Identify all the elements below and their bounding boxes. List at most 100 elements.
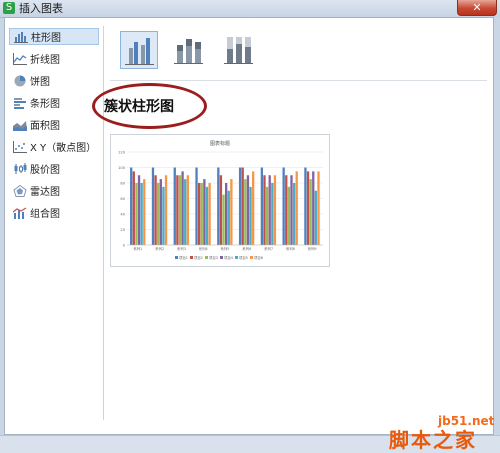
sidebar-item-pie[interactable]: 饼图 bbox=[9, 72, 99, 89]
preview-bar bbox=[252, 171, 255, 245]
preview-bar bbox=[205, 186, 209, 245]
preview-bar bbox=[241, 167, 244, 245]
preview-bar bbox=[244, 179, 247, 245]
chart-preview[interactable]: 图表标题 120 100 80 60 40 20 0 系列1 系列2 系列3 系列4 系列5 系列6 系列7… bbox=[110, 134, 330, 267]
preview-bar bbox=[173, 167, 176, 245]
subtype-percent-stacked-column[interactable] bbox=[220, 31, 258, 69]
preview-legend-label: 项目1 bbox=[179, 256, 188, 260]
preview-legend-swatch bbox=[175, 256, 178, 259]
preview-x-tick-label: 系列6 bbox=[242, 246, 251, 251]
window-title: 插入图表 bbox=[19, 2, 63, 15]
preview-y-tick-label: 100 bbox=[118, 166, 126, 170]
preview-bar bbox=[130, 167, 133, 245]
preview-y-tick-label: 20 bbox=[120, 228, 125, 232]
preview-bar bbox=[137, 175, 141, 245]
preview-bar bbox=[285, 175, 288, 245]
chart-subtype-heading: 簇状柱形图 bbox=[104, 99, 174, 115]
sidebar-item-label: 股价图 bbox=[30, 165, 60, 176]
stacked-column-icon bbox=[174, 39, 203, 64]
combo-chart-icon bbox=[12, 206, 27, 219]
preview-chart-svg: 图表标题 120 100 80 60 40 20 0 系列1 系列2 系列3 系列4 系列5 系列6 系列7… bbox=[118, 140, 323, 260]
preview-bar bbox=[200, 183, 203, 245]
preview-legend-swatch bbox=[190, 256, 193, 259]
preview-legend-label: 项目4 bbox=[224, 256, 233, 260]
preview-bar bbox=[268, 175, 271, 245]
preview-bar bbox=[140, 183, 143, 245]
preview-x-tick-label: 系列1 bbox=[133, 246, 142, 251]
preview-bar bbox=[263, 175, 266, 245]
preview-x-tick-label: 系列4 bbox=[199, 246, 208, 251]
preview-bar bbox=[164, 175, 168, 245]
chart-subtype-row bbox=[110, 24, 487, 81]
radar-chart-icon bbox=[13, 184, 27, 197]
preview-x-tick-label: 系列8 bbox=[286, 246, 295, 251]
preview-x-tick-label: 系列2 bbox=[155, 246, 164, 251]
preview-x-tick-label: 系列7 bbox=[264, 246, 273, 251]
sidebar-item-column[interactable]: 柱形图 bbox=[9, 28, 99, 45]
preview-bar bbox=[132, 171, 135, 245]
sidebar-item-label: 雷达图 bbox=[30, 187, 60, 198]
sidebar-item-bar[interactable]: 条形图 bbox=[9, 94, 99, 111]
preview-bar bbox=[178, 175, 182, 245]
preview-y-tick-label: 40 bbox=[120, 213, 125, 217]
preview-bar bbox=[295, 171, 298, 245]
preview-y-tick-label: 80 bbox=[120, 182, 125, 186]
preview-bar bbox=[208, 183, 211, 245]
clustered-column-icon bbox=[125, 38, 154, 65]
preview-x-tick-label: 系列9 bbox=[308, 246, 317, 251]
insert-chart-dialog: 柱形图 折线图 饼图 条形图 面积图 X Y（散点图） 股价图 雷达图 组合图 … bbox=[4, 17, 494, 435]
subtype-clustered-column[interactable] bbox=[120, 31, 158, 69]
preview-legend-label: 项目3 bbox=[209, 256, 218, 260]
close-icon: ✕ bbox=[472, 1, 482, 14]
preview-bar bbox=[304, 167, 307, 245]
percent-stacked-column-icon bbox=[224, 37, 253, 64]
preview-bar bbox=[317, 171, 320, 245]
preview-bar bbox=[282, 167, 285, 245]
sidebar-item-stock[interactable]: 股价图 bbox=[9, 160, 99, 177]
stock-chart-icon bbox=[13, 162, 27, 175]
preview-legend-swatch bbox=[235, 256, 238, 259]
window-frame-right bbox=[494, 17, 500, 435]
preview-bar bbox=[143, 179, 146, 245]
preview-bar bbox=[162, 186, 165, 245]
sidebar-item-label: 折线图 bbox=[30, 55, 60, 66]
watermark-site-name: 脚本之家 bbox=[389, 428, 477, 452]
sidebar-item-scatter[interactable]: X Y（散点图） bbox=[9, 138, 99, 155]
preview-bar bbox=[186, 175, 189, 245]
pie-chart-icon bbox=[13, 75, 27, 87]
sidebar-item-radar[interactable]: 雷达图 bbox=[9, 182, 99, 199]
preview-bar bbox=[184, 179, 187, 245]
preview-y-tick-label: 120 bbox=[118, 151, 126, 155]
preview-bar bbox=[230, 179, 233, 245]
preview-bar bbox=[287, 186, 291, 245]
preview-bar bbox=[227, 190, 230, 245]
preview-bar bbox=[197, 183, 201, 245]
preview-bar bbox=[154, 175, 157, 245]
preview-bar bbox=[195, 167, 198, 245]
sidebar-item-label: 条形图 bbox=[30, 99, 60, 110]
area-chart-icon bbox=[13, 119, 27, 131]
preview-bar bbox=[292, 183, 296, 245]
preview-bar bbox=[271, 183, 274, 245]
preview-x-tick-label: 系列3 bbox=[177, 246, 186, 251]
preview-bar bbox=[238, 167, 242, 245]
column-chart-icon bbox=[14, 31, 28, 43]
bar-chart-icon bbox=[13, 97, 27, 109]
preview-bar bbox=[203, 179, 206, 245]
sidebar-item-combo[interactable]: 组合图 bbox=[9, 204, 99, 221]
subtype-stacked-column[interactable] bbox=[170, 31, 208, 69]
sidebar-item-label: 饼图 bbox=[30, 77, 50, 88]
sidebar-item-area[interactable]: 面积图 bbox=[9, 116, 99, 133]
chart-type-sidebar: 柱形图 折线图 饼图 条形图 面积图 X Y（散点图） 股价图 雷达图 组合图 bbox=[5, 18, 103, 420]
preview-legend-label: 项目5 bbox=[239, 256, 248, 260]
preview-bar bbox=[273, 175, 277, 245]
title-bar: S 插入图表 ✕ bbox=[0, 0, 500, 18]
preview-legend-label: 项目6 bbox=[254, 256, 263, 260]
preview-y-tick-label: 60 bbox=[120, 197, 125, 201]
sidebar-item-line[interactable]: 折线图 bbox=[9, 50, 99, 67]
preview-bar bbox=[176, 175, 179, 245]
close-button[interactable]: ✕ bbox=[457, 0, 497, 16]
preview-x-tick-label: 系列5 bbox=[221, 246, 230, 251]
preview-bar bbox=[225, 183, 228, 245]
preview-bar bbox=[157, 183, 160, 245]
